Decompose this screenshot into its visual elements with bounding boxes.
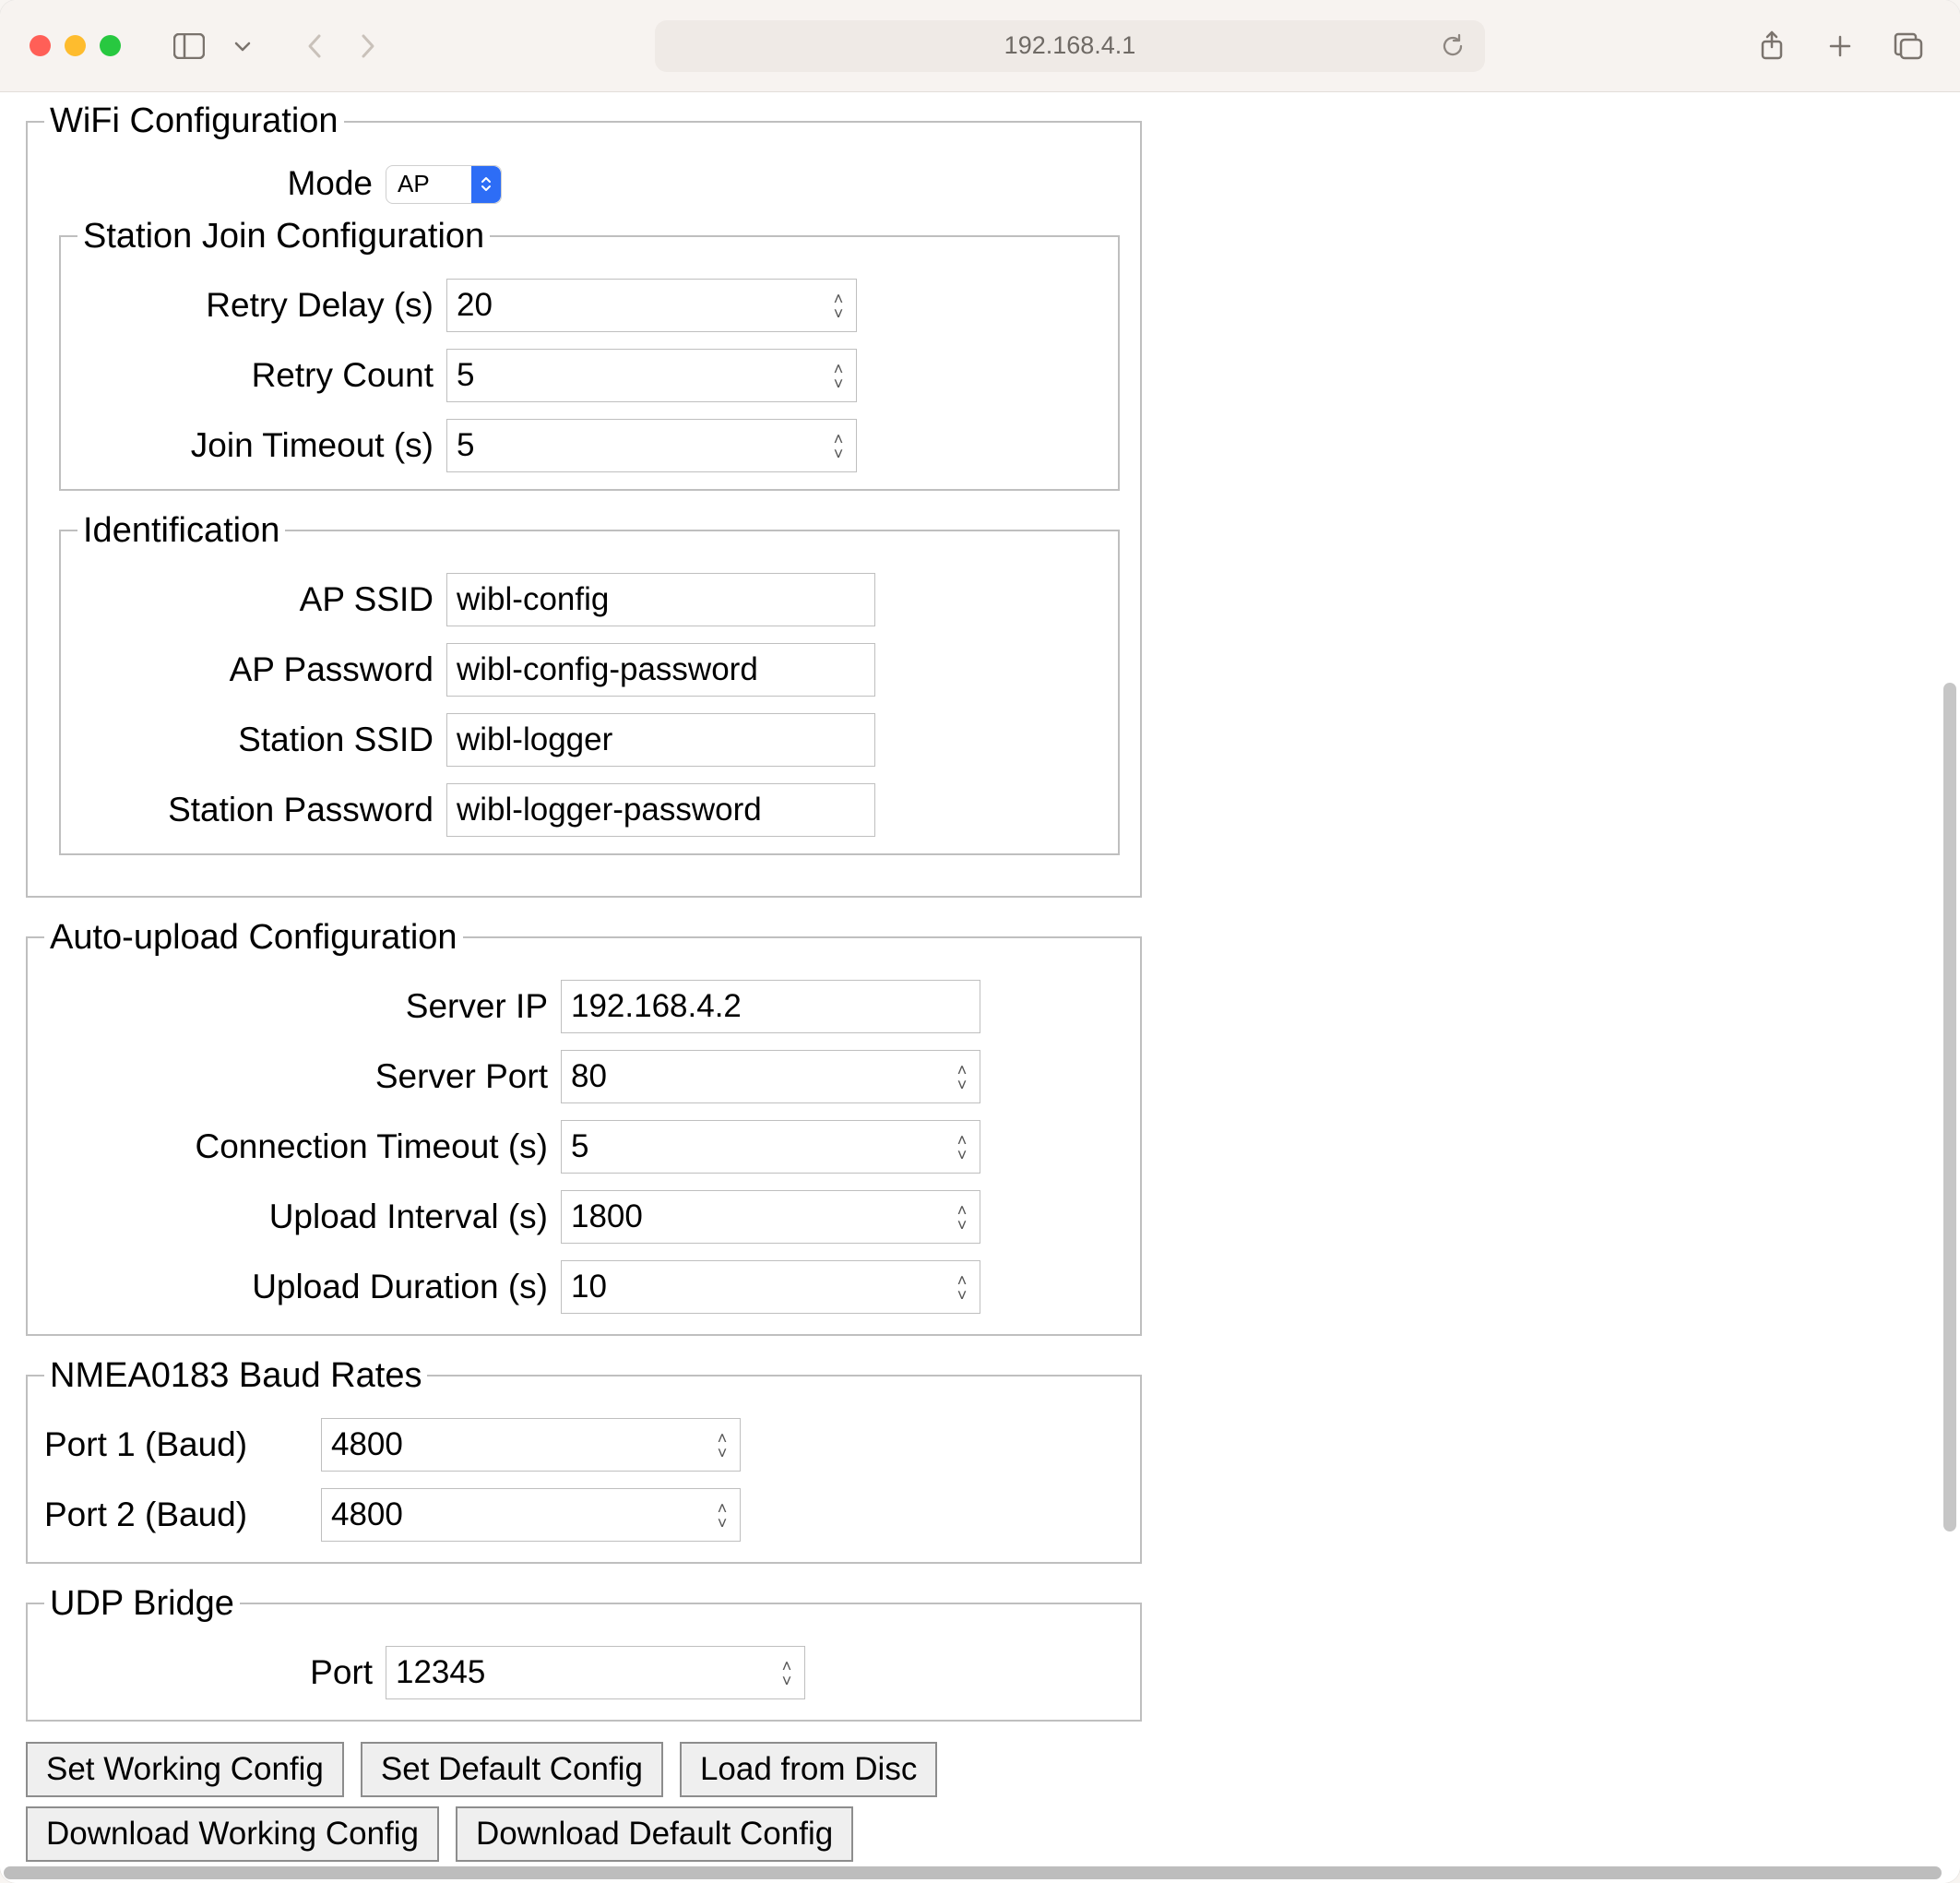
chevron-down-icon[interactable] (226, 30, 259, 63)
ap-ssid-input[interactable] (446, 573, 875, 626)
port1-baud-label: Port 1 (Baud) (44, 1425, 321, 1464)
download-working-config-button[interactable]: Download Working Config (26, 1806, 439, 1862)
button-row-2: Download Working Config Download Default… (26, 1806, 1934, 1862)
back-button-icon[interactable] (298, 30, 331, 63)
retry-count-label: Retry Count (77, 356, 446, 395)
wifi-config-fieldset: WiFi Configuration Mode AP (26, 101, 1142, 898)
address-bar[interactable]: 192.168.4.1 (655, 20, 1485, 72)
stepper-icon[interactable]: ˄˅ (826, 357, 851, 394)
tabs-overview-icon[interactable] (1892, 30, 1925, 63)
auto-upload-fieldset: Auto-upload Configuration Server IP Serv… (26, 918, 1142, 1336)
close-window-icon[interactable] (30, 35, 51, 56)
browser-toolbar: 192.168.4.1 (0, 0, 1960, 92)
stepper-icon[interactable]: ˄˅ (826, 287, 851, 324)
upload-duration-label: Upload Duration (s) (44, 1268, 561, 1306)
server-ip-input[interactable] (561, 980, 980, 1033)
vertical-scrollbar[interactable] (1943, 683, 1956, 1531)
auto-upload-legend: Auto-upload Configuration (44, 918, 463, 958)
horizontal-scrollbar[interactable] (4, 1866, 1942, 1879)
server-ip-label: Server IP (44, 987, 561, 1026)
station-password-input[interactable] (446, 783, 875, 837)
station-join-legend: Station Join Configuration (77, 217, 490, 256)
wifi-mode-value: AP (398, 170, 471, 198)
ap-password-input[interactable] (446, 643, 875, 697)
server-port-label: Server Port (44, 1057, 561, 1096)
join-timeout-input[interactable] (446, 419, 857, 472)
conn-timeout-label: Connection Timeout (s) (44, 1127, 561, 1166)
address-url: 192.168.4.1 (1004, 31, 1136, 60)
page-content: WiFi Configuration Mode AP (0, 92, 1960, 1883)
udp-bridge-fieldset: UDP Bridge Port ˄˅ (26, 1584, 1142, 1722)
set-working-config-button[interactable]: Set Working Config (26, 1742, 344, 1797)
reload-icon[interactable] (1441, 32, 1465, 60)
ap-ssid-label: AP SSID (77, 580, 446, 619)
load-from-disc-button[interactable]: Load from Disc (680, 1742, 937, 1797)
stepper-icon[interactable]: ˄˅ (709, 1496, 735, 1533)
stepper-icon[interactable]: ˄˅ (949, 1269, 975, 1305)
udp-port-label: Port (44, 1653, 386, 1692)
identification-fieldset: Identification AP SSID AP Password Stati… (59, 511, 1120, 855)
wifi-mode-select[interactable]: AP (386, 163, 502, 204)
minimize-window-icon[interactable] (65, 35, 86, 56)
retry-delay-input[interactable] (446, 279, 857, 332)
wifi-mode-label: Mode (44, 164, 386, 203)
stepper-icon[interactable]: ˄˅ (709, 1426, 735, 1463)
station-ssid-label: Station SSID (77, 721, 446, 759)
station-password-label: Station Password (77, 791, 446, 829)
upload-interval-input[interactable] (561, 1190, 980, 1244)
set-default-config-button[interactable]: Set Default Config (361, 1742, 663, 1797)
stepper-icon[interactable]: ˄˅ (774, 1654, 800, 1691)
baud-rates-legend: NMEA0183 Baud Rates (44, 1356, 427, 1396)
upload-duration-input[interactable] (561, 1260, 980, 1314)
share-icon[interactable] (1755, 30, 1788, 63)
window-controls (30, 35, 121, 56)
udp-port-input[interactable] (386, 1646, 805, 1699)
stepper-icon[interactable]: ˄˅ (826, 427, 851, 464)
ap-password-label: AP Password (77, 650, 446, 689)
new-tab-icon[interactable] (1823, 30, 1857, 63)
station-join-fieldset: Station Join Configuration Retry Delay (… (59, 217, 1120, 491)
select-caret-icon (471, 166, 501, 203)
stepper-icon[interactable]: ˄˅ (949, 1058, 975, 1095)
stepper-icon[interactable]: ˄˅ (949, 1128, 975, 1165)
server-port-input[interactable] (561, 1050, 980, 1103)
download-default-config-button[interactable]: Download Default Config (456, 1806, 853, 1862)
identification-legend: Identification (77, 511, 285, 551)
station-ssid-input[interactable] (446, 713, 875, 767)
page-viewport: WiFi Configuration Mode AP (0, 92, 1960, 1883)
port2-baud-input[interactable] (321, 1488, 741, 1542)
sidebar-toggle-icon[interactable] (172, 30, 206, 63)
stepper-icon[interactable]: ˄˅ (949, 1198, 975, 1235)
port2-baud-label: Port 2 (Baud) (44, 1496, 321, 1534)
forward-button-icon[interactable] (351, 30, 385, 63)
wifi-config-legend: WiFi Configuration (44, 101, 344, 141)
upload-interval-label: Upload Interval (s) (44, 1198, 561, 1236)
port1-baud-input[interactable] (321, 1418, 741, 1472)
udp-bridge-legend: UDP Bridge (44, 1584, 240, 1624)
join-timeout-label: Join Timeout (s) (77, 426, 446, 465)
maximize-window-icon[interactable] (100, 35, 121, 56)
retry-delay-label: Retry Delay (s) (77, 286, 446, 325)
conn-timeout-input[interactable] (561, 1120, 980, 1174)
browser-window: 192.168.4.1 WiFi Configuration (0, 0, 1960, 1883)
baud-rates-fieldset: NMEA0183 Baud Rates Port 1 (Baud) ˄˅ Por… (26, 1356, 1142, 1564)
button-row-1: Set Working Config Set Default Config Lo… (26, 1742, 1934, 1797)
retry-count-input[interactable] (446, 349, 857, 402)
